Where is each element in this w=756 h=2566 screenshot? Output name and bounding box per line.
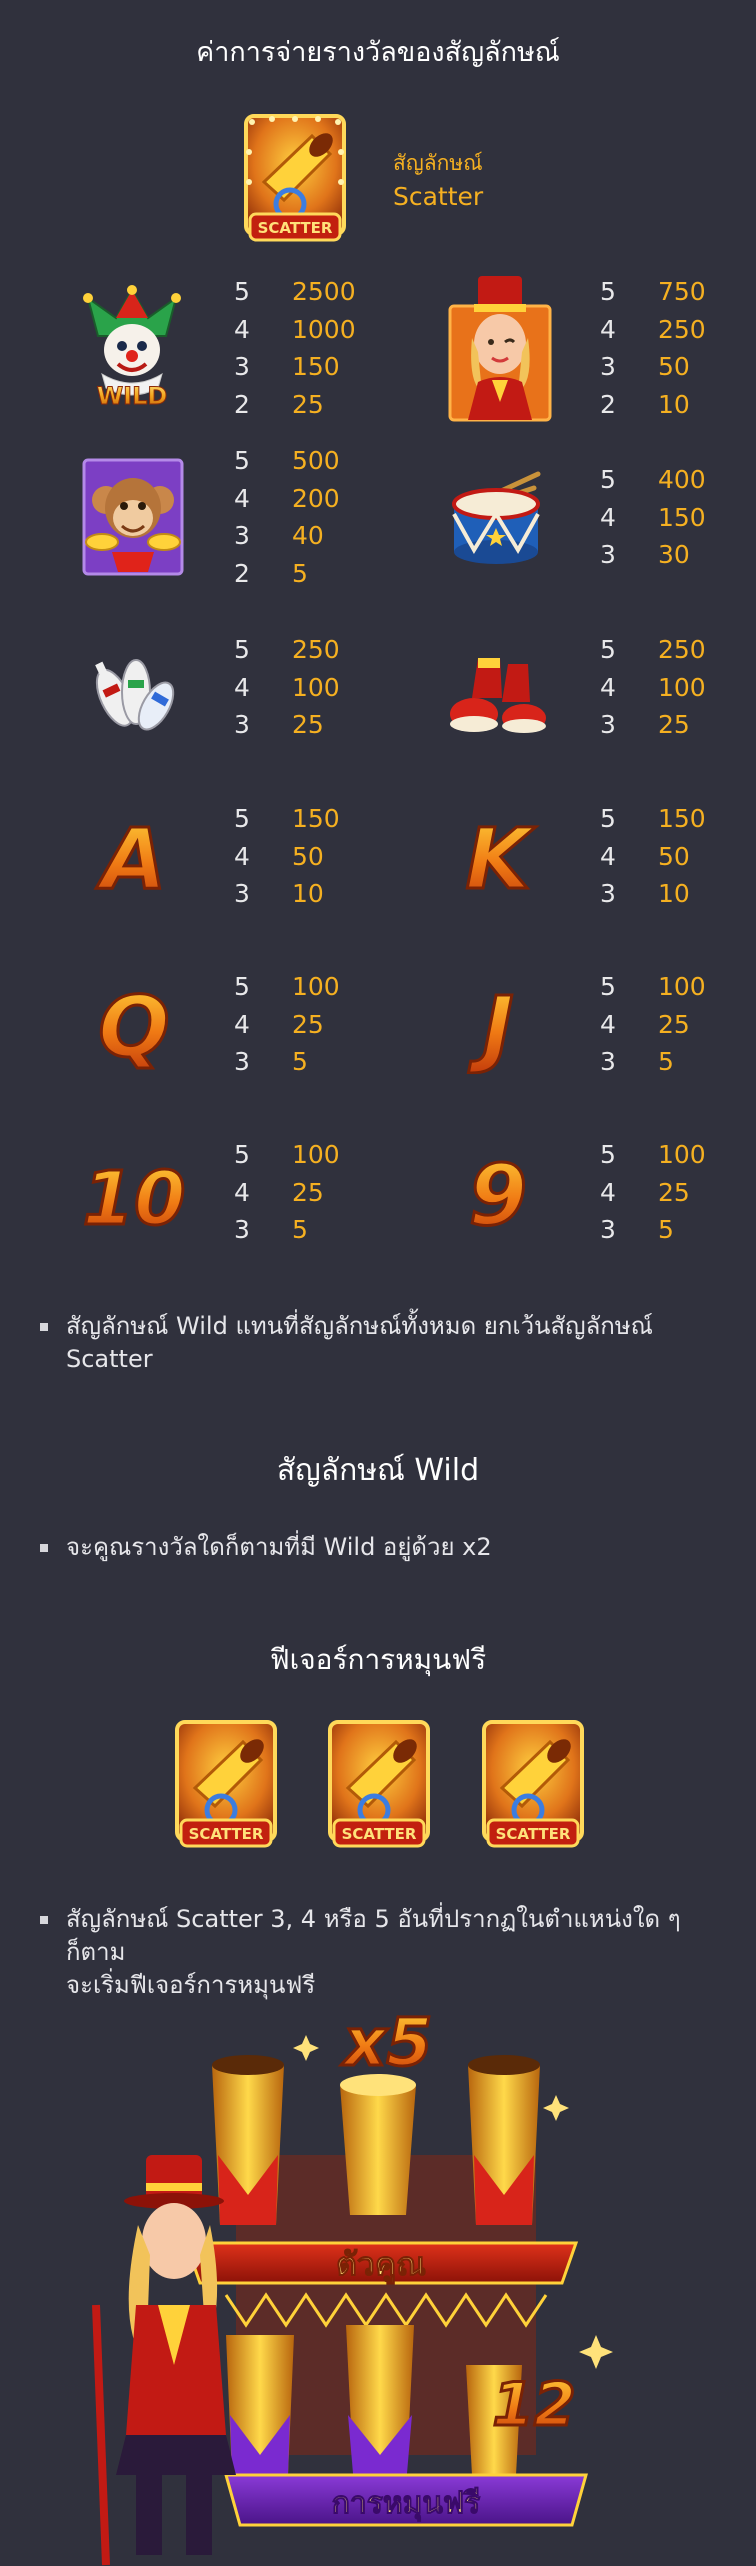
letter-j-icon: J <box>448 974 548 1075</box>
number-10-paytable: 5 100 4 25 35 <box>234 1136 340 1249</box>
pay-row: 5 750 <box>600 277 706 306</box>
ringmaster-girl-icon <box>448 272 552 424</box>
pay-row: 2 10 <box>600 389 690 419</box>
svg-text:12: 12 <box>492 2370 576 2440</box>
free-spin-section-title: ฟีเจอร์การหมุนฟรี <box>269 1643 487 1676</box>
drum-icon <box>446 470 546 566</box>
pay-row: 3 40 <box>234 521 324 550</box>
pay-row: 4 200 <box>234 483 340 513</box>
cannon-icon <box>340 2074 416 2215</box>
pay-row: 4 150 <box>600 502 706 532</box>
svg-text:9: 9 <box>469 1146 527 1242</box>
pay-row: 4 50 <box>234 841 324 871</box>
pay-row: 4 100 <box>600 672 706 702</box>
svg-text:ตัวคูณ: ตัวคูณ <box>336 2245 426 2285</box>
pay-row: 25 <box>234 558 308 588</box>
scatter-icon: SCATTER <box>173 1718 279 1852</box>
ringmaster-girl-figure <box>92 2155 236 2566</box>
svg-text:10: 10 <box>83 1156 186 1242</box>
ringmaster-girl-paytable: 5 750 4 250 3 50 2 10 <box>600 273 706 423</box>
svg-text:SCATTER: SCATTER <box>258 219 333 237</box>
pay-row: 35 <box>600 1047 674 1076</box>
letter-j-paytable: 5 100 4 25 35 <box>600 968 706 1081</box>
pay-row: 3 10 <box>600 879 690 908</box>
pay-row: 5 400 <box>600 465 706 494</box>
juggling-pins-paytable: 5 250 4 100 3 25 <box>234 631 340 744</box>
number-9-icon: 9 <box>448 1142 548 1243</box>
letter-k-paytable: 5 150 4 50 3 10 <box>600 800 706 913</box>
pay-row: 5 250 <box>600 635 706 664</box>
pay-row: 4 50 <box>600 841 690 871</box>
pay-row: 3 25 <box>600 710 690 739</box>
clown-shoes-paytable: 5 250 4 100 3 25 <box>600 631 706 744</box>
scatter-icon: SCATTER <box>480 1718 586 1852</box>
free-spin-trigger-note: สัญลักษณ์ Scatter 3, 4 หรือ 5 อันที่ปราก… <box>40 1903 720 2002</box>
svg-text:SCATTER: SCATTER <box>496 1825 571 1843</box>
juggling-pins-icon <box>84 636 182 740</box>
svg-text:WILD: WILD <box>97 382 168 410</box>
svg-text:การหมุนฟรี: การหมุนฟรี <box>332 2486 481 2522</box>
number-10-icon: 10 <box>80 1142 188 1243</box>
letter-a-icon: A <box>84 806 184 907</box>
pay-row: 5 2500 <box>234 277 356 306</box>
letter-a-paytable: 5 150 4 50 3 10 <box>234 800 340 913</box>
wild-paytable: 5 2500 4 1000 3 150 2 25 <box>234 273 356 423</box>
cannon-icon <box>346 2325 414 2485</box>
svg-text:J: J <box>468 978 513 1074</box>
bullet-icon <box>40 1916 48 1924</box>
pay-row: 4 250 <box>600 314 706 344</box>
wild-icon: WILD <box>78 284 186 412</box>
free-spin-feature-illustration: x5 ตัวคูณ 12 การหมุนฟรี <box>76 2003 680 2566</box>
letter-q-icon: Q <box>84 974 184 1075</box>
svg-text:SCATTER: SCATTER <box>189 1825 264 1843</box>
pay-row: 5 250 <box>234 635 340 664</box>
wild-section-title: สัญลักษณ์ Wild <box>276 1453 480 1488</box>
pay-row: 4 25 <box>600 1177 690 1207</box>
pay-row: 35 <box>600 1215 674 1244</box>
pay-row: 4 25 <box>234 1009 324 1039</box>
pay-row: 3 10 <box>234 879 324 908</box>
pay-row: 4 1000 <box>234 314 356 344</box>
pay-row: 5 100 <box>600 1140 706 1169</box>
pay-row: 4 25 <box>600 1009 690 1039</box>
pay-row: 5 150 <box>600 804 706 833</box>
pay-row: 3 150 <box>234 352 340 381</box>
pay-row: 5 100 <box>234 972 340 1001</box>
pay-row: 5 100 <box>600 972 706 1001</box>
cannon-icon <box>226 2335 294 2475</box>
scatter-icon: SCATTER <box>326 1718 432 1852</box>
svg-text:A: A <box>95 810 166 906</box>
drum-paytable: 5 400 4 150 3 30 <box>600 461 706 574</box>
scatter-icon: SCATTER <box>242 112 348 246</box>
pay-row: 3 30 <box>600 540 690 569</box>
pay-row: 5 500 <box>234 446 340 475</box>
scatter-label: สัญลักษณ์ Scatter <box>393 151 484 211</box>
number-9-paytable: 5 100 4 25 35 <box>600 1136 706 1249</box>
pay-row: 3 50 <box>600 352 690 381</box>
letter-q-paytable: 5 100 4 25 35 <box>234 968 340 1081</box>
pay-row: 5 100 <box>234 1140 340 1169</box>
svg-text:x5: x5 <box>341 2005 433 2081</box>
pay-row: 5 150 <box>234 804 340 833</box>
pay-row: 35 <box>234 1047 308 1076</box>
page-title: ค่าการจ่ายรางวัลของสัญลักษณ์ <box>196 37 560 68</box>
clown-shoes-icon <box>448 638 548 738</box>
monkey-paytable: 5 500 4 200 3 40 25 <box>234 442 340 592</box>
svg-text:Q: Q <box>98 978 169 1074</box>
wild-multiplier-note: จะคูณรางวัลใดก็ตามที่มี Wild อยู่ด้วย x2 <box>40 1531 720 1564</box>
pay-row: 2 25 <box>234 389 324 419</box>
wild-substitute-note: สัญลักษณ์ Wild แทนที่สัญลักษณ์ทั้งหมด ยก… <box>40 1310 720 1376</box>
monkey-icon <box>82 456 184 578</box>
svg-text:SCATTER: SCATTER <box>342 1825 417 1843</box>
pay-row: 3 25 <box>234 710 324 739</box>
bullet-icon <box>40 1544 48 1552</box>
cannon-icon <box>468 2055 540 2225</box>
pay-row: 4 25 <box>234 1177 324 1207</box>
svg-text:K: K <box>465 810 536 906</box>
letter-k-icon: K <box>448 806 548 907</box>
bullet-icon <box>40 1323 48 1331</box>
pay-row: 35 <box>234 1215 308 1244</box>
pay-row: 4 100 <box>234 672 340 702</box>
